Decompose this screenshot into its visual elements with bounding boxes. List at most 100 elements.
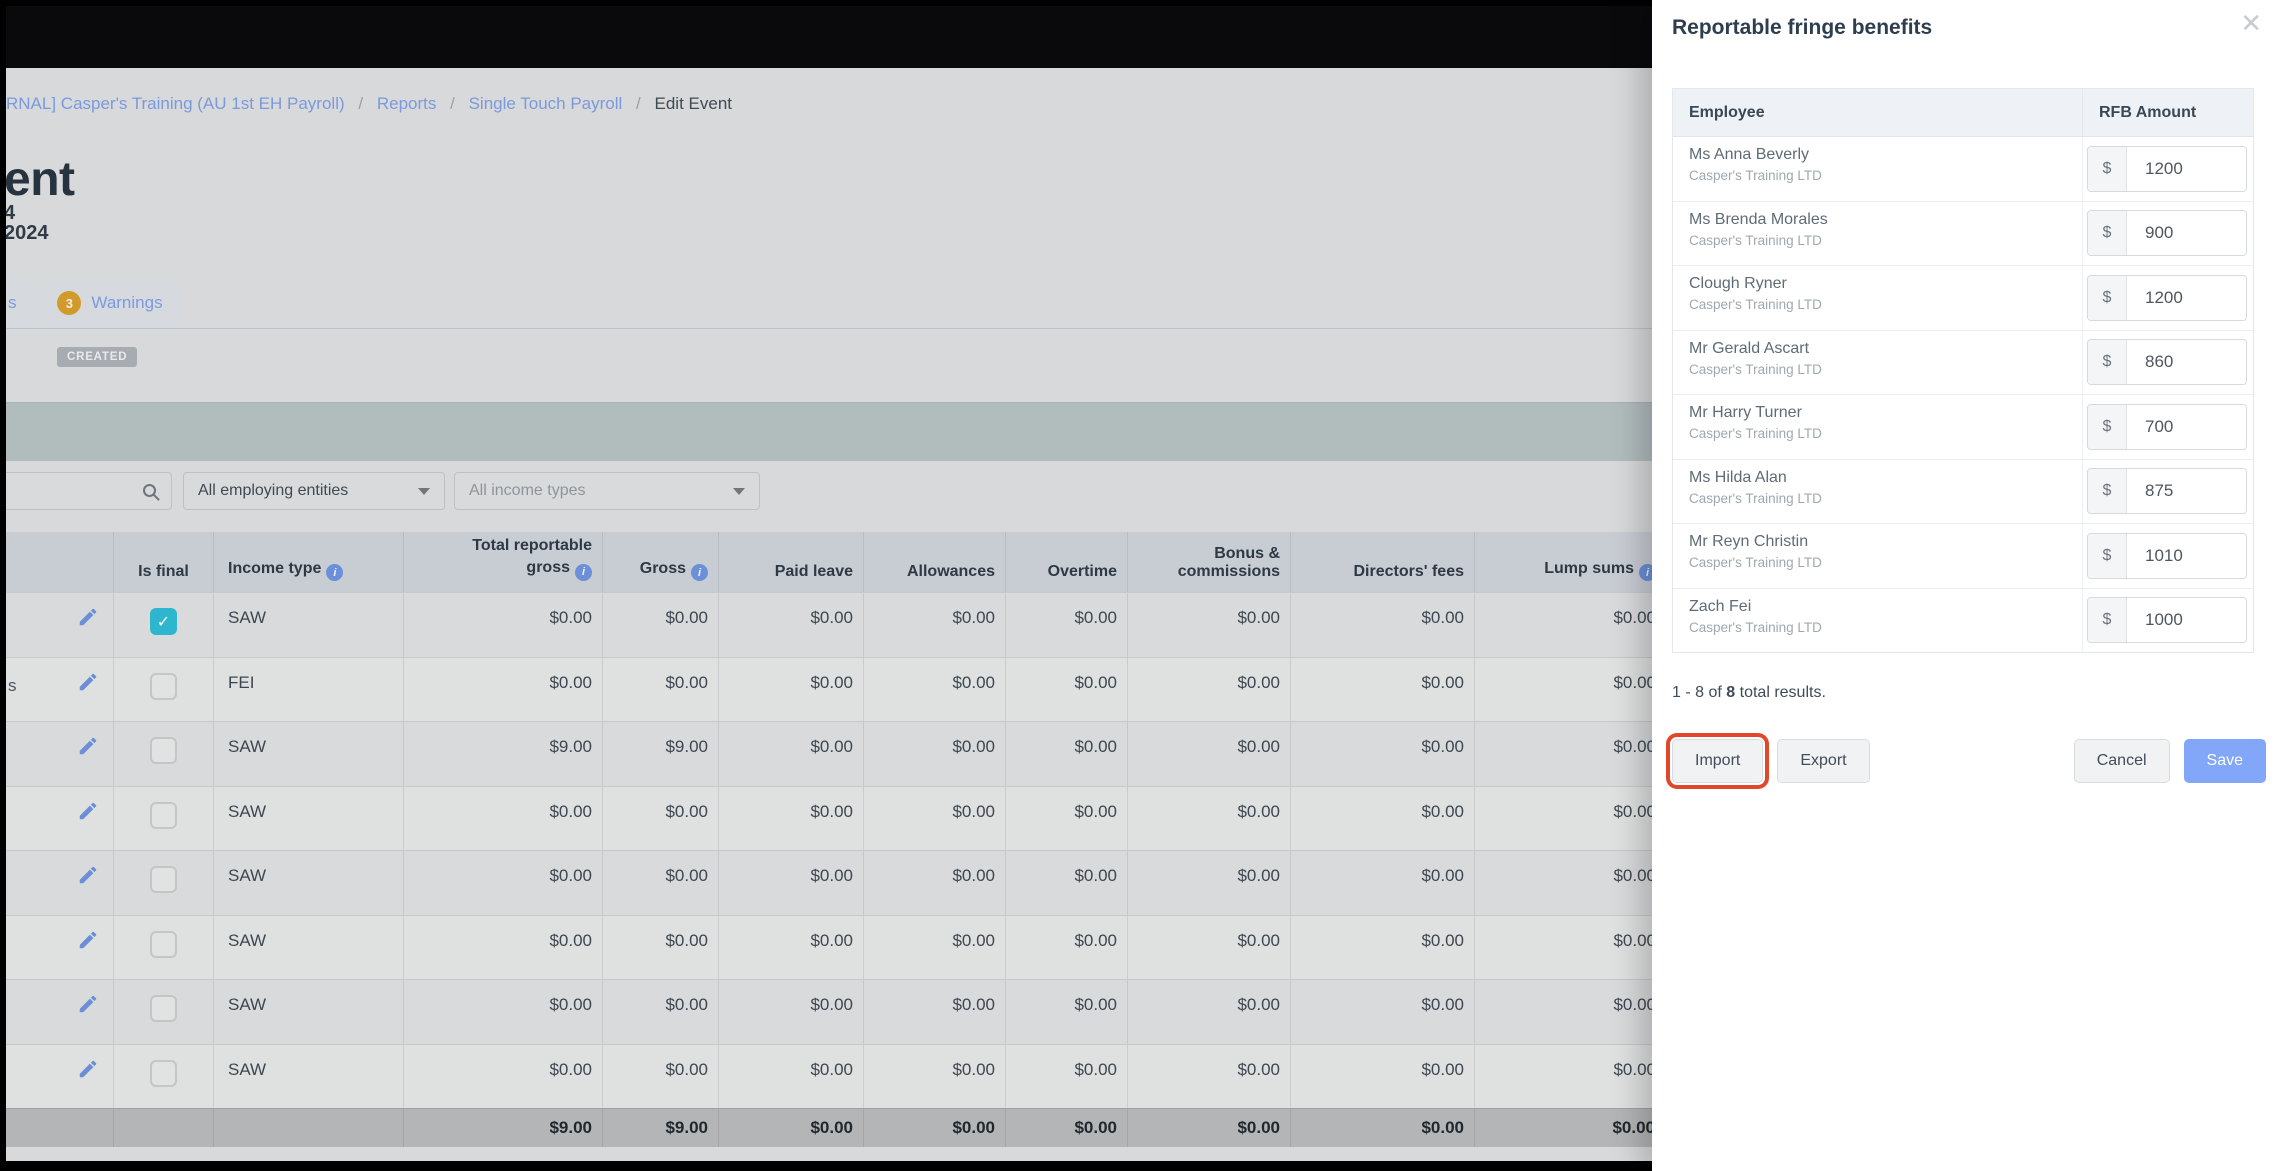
column-header-paid-leave: Paid leave bbox=[719, 532, 864, 592]
rfb-amount-input[interactable] bbox=[2127, 598, 2246, 643]
results-suffix: total results. bbox=[1739, 684, 1826, 701]
amount-cell: $0.00 bbox=[1006, 657, 1128, 721]
rfb-amount-input[interactable] bbox=[2127, 404, 2246, 449]
tab-partial[interactable]: s bbox=[6, 278, 34, 328]
warnings-count-badge: 3 bbox=[57, 291, 82, 315]
is-final-checkbox[interactable] bbox=[150, 1059, 177, 1087]
edit-cell bbox=[6, 851, 114, 915]
amount-cell: $0.00 bbox=[864, 980, 1006, 1044]
edit-pencil-icon[interactable] bbox=[77, 671, 99, 722]
is-final-checkbox[interactable] bbox=[150, 737, 177, 764]
income-types-value: All income types bbox=[469, 482, 586, 499]
amount-cell: $0.00 bbox=[1291, 851, 1475, 915]
screenshot-frame: RNAL] Casper's Training (AU 1st EH Payro… bbox=[0, 0, 2278, 1171]
edit-pencil-icon[interactable] bbox=[77, 735, 99, 786]
column-header-total-reportable-gross: Total reportable gross i bbox=[404, 532, 603, 592]
breadcrumb: RNAL] Casper's Training (AU 1st EH Payro… bbox=[6, 94, 732, 114]
amount-cell: $0.00 bbox=[864, 657, 1006, 721]
save-button[interactable]: Save bbox=[2183, 739, 2266, 783]
amount-cell: $0.00 bbox=[603, 593, 719, 657]
is-final-checkbox[interactable] bbox=[150, 866, 177, 893]
column-header-label: Allowances bbox=[906, 563, 995, 580]
breadcrumb-business[interactable]: RNAL] Casper's Training (AU 1st EH Payro… bbox=[6, 94, 345, 113]
page-subtitle-fragment-2: 2024 bbox=[6, 222, 49, 244]
column-header-label: Total reportable gross i bbox=[460, 535, 592, 581]
rfb-amount-input[interactable] bbox=[2127, 469, 2246, 514]
close-icon[interactable]: ✕ bbox=[2240, 10, 2262, 36]
edit-pencil-icon[interactable] bbox=[77, 993, 99, 1044]
income-type-cell: SAW bbox=[214, 786, 404, 850]
rfb-amount-input[interactable] bbox=[2127, 275, 2246, 320]
amount-cell: $0.00 bbox=[1291, 657, 1475, 721]
breadcrumb-single-touch-payroll[interactable]: Single Touch Payroll bbox=[469, 94, 623, 113]
search-input[interactable] bbox=[6, 472, 172, 510]
is-final-checkbox[interactable] bbox=[150, 930, 177, 958]
income-types-select[interactable]: All income types bbox=[454, 472, 760, 510]
is-final-cell bbox=[114, 1044, 214, 1108]
edit-pencil-icon[interactable] bbox=[77, 929, 99, 980]
edit-pencil-icon[interactable] bbox=[77, 1058, 99, 1109]
employee-company: Casper's Training LTD bbox=[1689, 232, 1822, 248]
totals-amount-cell: $0.00 bbox=[1128, 1109, 1291, 1147]
import-button[interactable]: Import bbox=[1672, 739, 1764, 783]
totals-empty-cell bbox=[114, 1109, 214, 1147]
amount-cell: $0.00 bbox=[404, 980, 603, 1044]
amount-cell: $0.00 bbox=[1006, 851, 1128, 915]
is-final-checkbox[interactable] bbox=[150, 801, 177, 829]
rfb-amount-input-group: $ bbox=[2087, 210, 2247, 257]
breadcrumb-reports[interactable]: Reports bbox=[377, 94, 437, 113]
employee-company: Casper's Training LTD bbox=[1689, 297, 1822, 312]
export-button[interactable]: Export bbox=[1777, 739, 1870, 783]
amount-cell: $9.00 bbox=[404, 722, 603, 786]
amount-cell: $0.00 bbox=[603, 980, 719, 1044]
rfb-employee-row: Mr Reyn Christin Casper's Training LTD $ bbox=[1673, 524, 2253, 589]
employee-cell: Ms Anna Beverly Casper's Training LTD bbox=[1673, 137, 2083, 201]
edit-pencil-icon[interactable] bbox=[77, 800, 99, 851]
amount-cell: $0.00 bbox=[864, 722, 1006, 786]
rfb-amount-input[interactable] bbox=[2127, 211, 2246, 256]
table-row: ✓ SAW $0.00 $0.00 $0.00 $0.00 $0.00 $0.00 $0.00 $… bbox=[6, 592, 1666, 657]
info-icon[interactable]: i bbox=[575, 564, 592, 581]
info-icon[interactable]: i bbox=[326, 564, 344, 581]
table-row: s FEI $0.00 $0.00 $0.00 $0.00 $0.00 $0.00 $0.00 $… bbox=[6, 656, 1666, 722]
column-header-bonus-commissions: Bonus & commissions bbox=[1128, 532, 1291, 592]
is-final-checkbox[interactable] bbox=[150, 995, 177, 1022]
amount-cell: $0.00 bbox=[864, 1044, 1006, 1108]
modal-title: Reportable fringe benefits bbox=[1672, 16, 1933, 39]
amount-cell: $0.00 bbox=[719, 915, 864, 979]
info-icon[interactable]: i bbox=[691, 564, 708, 581]
amount-cell: $0.00 bbox=[603, 1044, 719, 1108]
breadcrumb-edit-event: Edit Event bbox=[654, 94, 733, 113]
edit-cell bbox=[6, 722, 114, 786]
amount-cell: $0.00 bbox=[404, 593, 603, 657]
table-row: SAW $0.00 $0.00 $0.00 $0.00 $0.00 $0.00 $0.00 $0… bbox=[6, 979, 1666, 1044]
rfb-amount-input[interactable] bbox=[2127, 146, 2246, 191]
amount-cell: $0.00 bbox=[603, 851, 719, 915]
rfb-amount-input[interactable] bbox=[2127, 533, 2246, 578]
amount-cell: $0.00 bbox=[1613, 608, 1656, 627]
employee-company: Casper's Training LTD bbox=[1689, 619, 1822, 635]
amount-cell: $0.00 bbox=[1128, 980, 1291, 1044]
is-final-checkbox[interactable] bbox=[150, 672, 177, 700]
amount-cell: $0.00 bbox=[719, 851, 864, 915]
currency-symbol: $ bbox=[2088, 275, 2127, 320]
is-final-checkbox[interactable]: ✓ bbox=[150, 608, 177, 635]
table-row: SAW $0.00 $0.00 $0.00 $0.00 $0.00 $0.00 $0.00 $0… bbox=[6, 850, 1666, 915]
employee-company: Casper's Training LTD bbox=[1689, 426, 1822, 441]
currency-symbol: $ bbox=[2088, 533, 2127, 578]
tab-warnings[interactable]: 3 Warnings bbox=[39, 278, 181, 328]
column-header-label: Income type i bbox=[228, 560, 344, 581]
rfb-amount-cell: $ bbox=[2083, 524, 2253, 588]
column-header-directors-fees: Directors' fees bbox=[1291, 532, 1475, 592]
is-final-cell bbox=[114, 851, 214, 915]
edit-pencil-icon[interactable] bbox=[77, 864, 99, 915]
employing-entities-select[interactable]: All employing entities bbox=[183, 472, 445, 510]
totals-amount-cell: $9.00 bbox=[603, 1109, 719, 1147]
employee-cell: Ms Hilda Alan Casper's Training LTD bbox=[1673, 459, 2083, 523]
rfb-amount-column-header: RFB Amount bbox=[2099, 103, 2197, 121]
edit-pencil-icon[interactable] bbox=[77, 606, 99, 657]
rfb-amount-input[interactable] bbox=[2127, 340, 2246, 385]
cancel-button[interactable]: Cancel bbox=[2073, 739, 2170, 783]
page-title-fragment: ent bbox=[6, 153, 75, 206]
column-header-edit bbox=[6, 532, 114, 592]
